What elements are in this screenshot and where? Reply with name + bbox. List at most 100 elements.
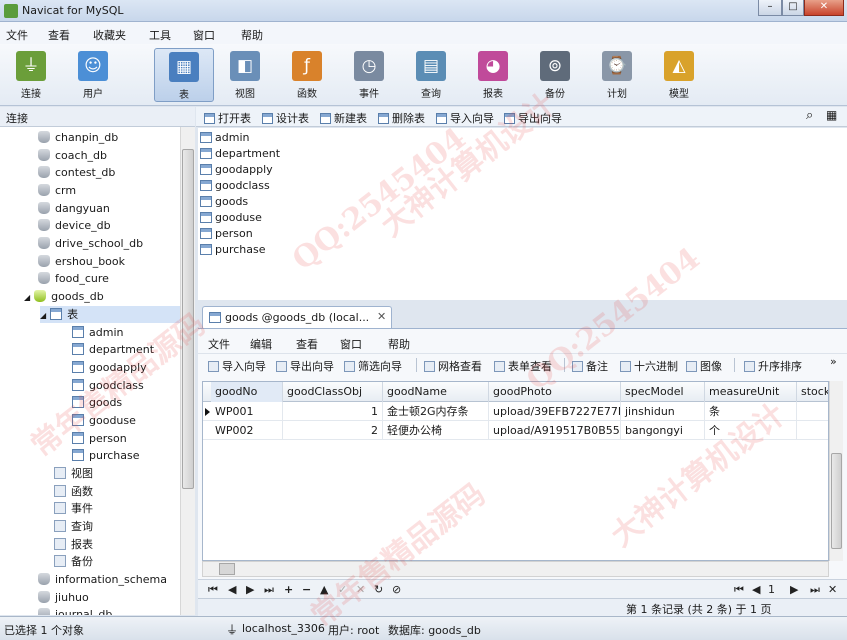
tree-events-node[interactable]: 事件 — [54, 500, 93, 517]
tree-db-item[interactable]: contest_db — [38, 164, 115, 181]
object-item[interactable]: goodapply — [200, 162, 273, 178]
menu-favorites[interactable]: 收藏夹 — [93, 27, 126, 43]
tree-db-item[interactable]: device_db — [38, 217, 111, 234]
grid-cell[interactable]: bangongyi — [621, 421, 705, 440]
delete-record-icon[interactable]: − — [302, 583, 311, 596]
tree-reports-node[interactable]: 报表 — [54, 536, 93, 553]
add-record-icon[interactable]: + — [284, 583, 293, 596]
close-pager-icon[interactable]: ✕ — [828, 583, 837, 596]
toolbar-view-button[interactable]: ◧ 视图 — [218, 48, 272, 102]
export-wizard-button[interactable]: 导出向导 — [276, 358, 334, 374]
toolbar-model-button[interactable]: ◭ 模型 — [652, 48, 706, 102]
grid-cell[interactable]: WP001 — [211, 402, 283, 421]
hex-button[interactable]: 十六进制 — [620, 358, 678, 374]
tree-backups-node[interactable]: 备份 — [54, 553, 93, 570]
grid-vscroll-thumb[interactable] — [831, 453, 842, 549]
grid-cell[interactable] — [797, 421, 828, 440]
tree-db-item[interactable]: journal_db — [38, 606, 112, 615]
grid-view-button[interactable]: 网格查看 — [424, 358, 482, 374]
tree-db-item[interactable]: crm — [38, 182, 76, 199]
list-view-icon[interactable]: ▦ — [826, 108, 837, 122]
tree-tables-node[interactable]: ◢ 表 — [40, 306, 180, 323]
table-menu-help[interactable]: 帮助 — [388, 336, 410, 352]
grid-cell[interactable]: upload/A919517B0B55DI — [489, 421, 621, 440]
page-number[interactable]: 1 — [768, 583, 775, 596]
tree-db-item[interactable]: dangyuan — [38, 200, 110, 217]
toolbar-report-button[interactable]: ◕ 报表 — [466, 48, 520, 102]
sort-ascending-button[interactable]: 升序排序 — [744, 358, 802, 374]
first-page-icon[interactable]: ⏮ — [734, 583, 744, 597]
design-table-button[interactable]: 设计表 — [262, 110, 309, 126]
refresh-icon[interactable]: ↻ — [374, 583, 383, 596]
tree-db-item[interactable]: jiuhuo — [38, 589, 89, 606]
object-item[interactable]: goods — [200, 194, 248, 210]
grid-column-header[interactable]: goodNo — [211, 382, 283, 402]
toolbar-schedule-button[interactable]: ⌚ 计划 — [590, 48, 644, 102]
new-table-button[interactable]: 新建表 — [320, 110, 367, 126]
grid-cell[interactable] — [797, 402, 828, 421]
form-view-button[interactable]: 表单查看 — [494, 358, 552, 374]
previous-record-icon[interactable]: ◀ — [228, 583, 236, 596]
tree-table-item[interactable]: goods — [72, 394, 122, 411]
object-item[interactable]: department — [200, 146, 280, 162]
connection-tree[interactable]: chanpin_db coach_db contest_db crm dangy… — [0, 127, 180, 615]
expand-arrow-icon[interactable]: ◢ — [24, 293, 30, 302]
tree-views-node[interactable]: 视图 — [54, 465, 93, 482]
tree-db-goods-db[interactable]: ◢ goods_db — [24, 288, 104, 305]
menu-help[interactable]: 帮助 — [241, 27, 263, 43]
tab-close-icon[interactable]: ✕ — [377, 310, 386, 323]
last-page-icon[interactable]: ⏭ — [810, 583, 820, 597]
grid-cell[interactable]: 轻便办公椅 — [383, 421, 489, 440]
import-wizard-button[interactable]: 导入向导 — [436, 110, 494, 126]
object-item[interactable]: purchase — [200, 242, 266, 258]
grid-column-header[interactable]: stock — [797, 382, 828, 402]
table-menu-view[interactable]: 查看 — [296, 336, 318, 352]
expand-arrow-icon[interactable]: ◢ — [40, 311, 46, 320]
object-item[interactable]: admin — [200, 130, 249, 146]
grid-column-header[interactable]: measureUnit — [705, 382, 797, 402]
grid-column-header[interactable]: goodName — [383, 382, 489, 402]
stop-icon[interactable]: ⊘ — [392, 583, 401, 596]
tree-table-item[interactable]: goodapply — [72, 359, 147, 376]
data-grid[interactable]: goodNo goodClassObj goodName goodPhoto s… — [202, 381, 829, 561]
next-page-icon[interactable]: ▶ — [790, 583, 798, 596]
tree-table-item[interactable]: purchase — [72, 447, 140, 464]
minimize-button[interactable]: – — [758, 0, 782, 16]
table-row[interactable]: WP002 2 轻便办公椅 upload/A919517B0B55DI bang… — [203, 421, 828, 440]
import-wizard-button[interactable]: 导入向导 — [208, 358, 266, 374]
toolbar-event-button[interactable]: ◷ 事件 — [342, 48, 396, 102]
close-button[interactable]: ✕ — [804, 0, 844, 16]
object-item[interactable]: goodclass — [200, 178, 270, 194]
tree-db-item[interactable]: drive_school_db — [38, 235, 143, 252]
tree-db-item[interactable]: ershou_book — [38, 253, 125, 270]
tree-functions-node[interactable]: 函数 — [54, 483, 93, 500]
menu-view[interactable]: 查看 — [48, 27, 70, 43]
tab-goods-table[interactable]: goods @goods_db (local... ✕ — [202, 306, 392, 328]
next-record-icon[interactable]: ▶ — [246, 583, 254, 596]
grid-cell[interactable]: WP002 — [211, 421, 283, 440]
tree-table-item[interactable]: goodclass — [72, 377, 144, 394]
grid-cell[interactable]: 个 — [705, 421, 797, 440]
grid-cell[interactable]: 金士顿2G内存条 — [383, 402, 489, 421]
toolbar-function-button[interactable]: ƒ 函数 — [280, 48, 334, 102]
object-item[interactable]: person — [200, 226, 253, 242]
tree-table-item[interactable]: person — [72, 430, 127, 447]
memo-button[interactable]: 备注 — [572, 358, 608, 374]
open-table-button[interactable]: 打开表 — [204, 110, 251, 126]
table-menu-file[interactable]: 文件 — [208, 336, 230, 352]
grid-cell[interactable]: 条 — [705, 402, 797, 421]
maximize-button[interactable]: □ — [782, 0, 804, 16]
object-item[interactable]: gooduse — [200, 210, 262, 226]
toolbar-user-button[interactable]: ☺ 用户 — [64, 48, 122, 102]
grid-column-header[interactable]: goodPhoto — [489, 382, 621, 402]
table-menu-window[interactable]: 窗口 — [340, 336, 362, 352]
grid-vertical-scrollbar[interactable] — [829, 381, 843, 561]
grid-horizontal-scrollbar[interactable] — [202, 561, 829, 577]
toolbar-query-button[interactable]: ▤ 查询 — [404, 48, 458, 102]
delete-table-button[interactable]: 删除表 — [378, 110, 425, 126]
table-row[interactable]: WP001 1 金士顿2G内存条 upload/39EFB7227E77DF j… — [203, 402, 828, 421]
move-up-icon[interactable]: ▲ — [320, 583, 328, 596]
menu-tools[interactable]: 工具 — [149, 27, 171, 43]
table-menu-edit[interactable]: 编辑 — [250, 336, 272, 352]
toolbar-overflow-button[interactable]: » — [830, 355, 837, 368]
